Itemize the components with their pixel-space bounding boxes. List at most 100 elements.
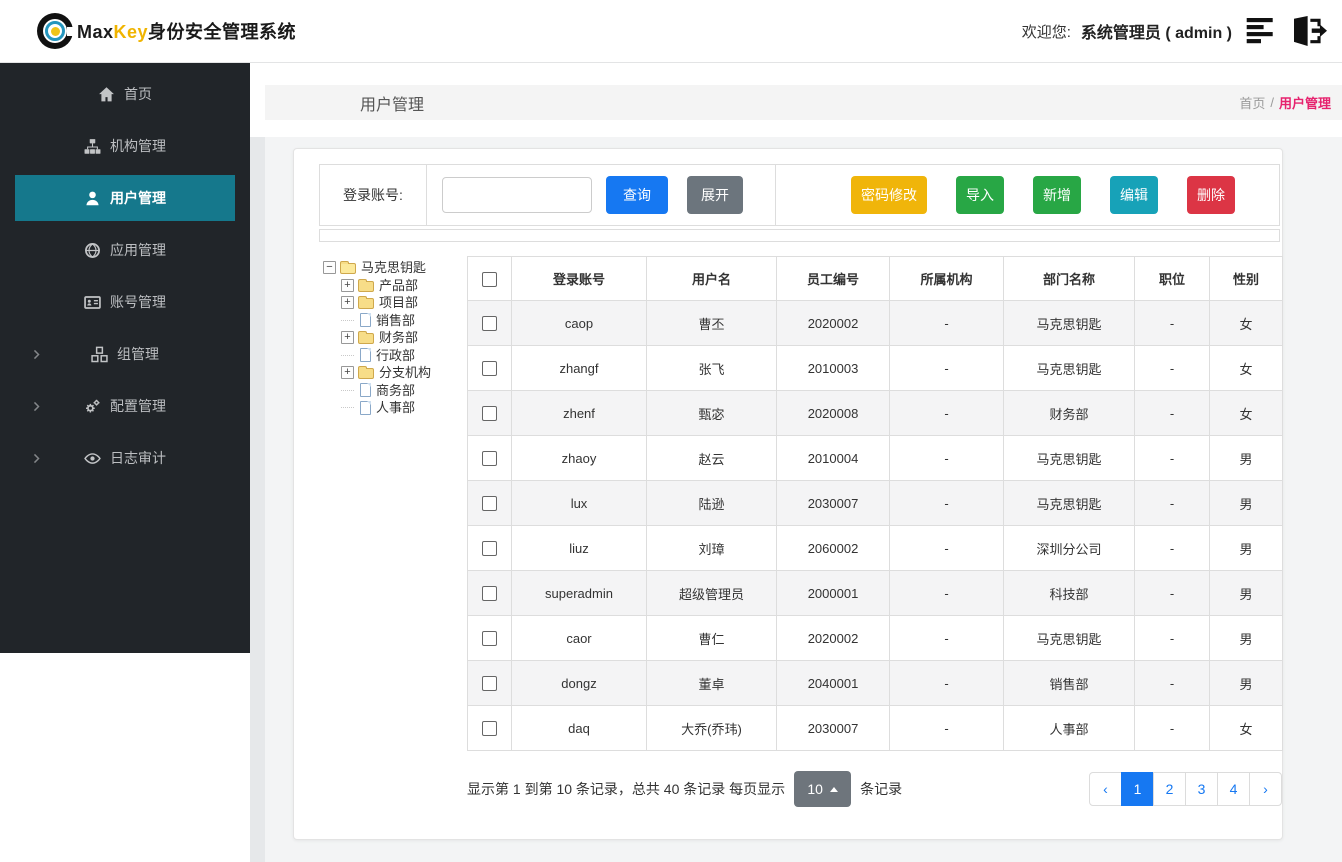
caret-up-icon (829, 786, 838, 792)
table-row[interactable]: zhaoy 赵云 2010004- 马克思钥匙 - 男 (467, 435, 1283, 481)
table-row[interactable]: caop 曹丕 2020002- 马克思钥匙 - 女 (467, 300, 1283, 346)
row-checkbox[interactable] (482, 541, 497, 557)
sidebar-item-account[interactable]: 账号管理 (0, 276, 250, 328)
page-button-2[interactable]: 2 (1153, 772, 1186, 806)
tree-connector (341, 407, 354, 409)
cell-dept: 人事部 (1003, 705, 1135, 751)
sidebar-item-audit[interactable]: 日志审计 (0, 432, 250, 484)
collapse-toggle-icon[interactable]: − (323, 261, 336, 275)
row-checkbox[interactable] (482, 631, 497, 647)
table-row[interactable]: liuz 刘璋 2060002- 深圳分公司 - 男 (467, 525, 1283, 571)
menu-list-icon[interactable] (1246, 18, 1276, 44)
import-button[interactable]: 导入 (956, 176, 1004, 214)
page-button-4[interactable]: 4 (1217, 772, 1250, 806)
sidebar-item-config[interactable]: 配置管理 (0, 380, 250, 432)
cell-login: caor (511, 615, 647, 661)
table-row[interactable]: daq 大乔(乔玮) 2030007- 人事部 - 女 (467, 705, 1283, 751)
table-header-row: 登录账号 用户名 员工编号 所属机构 部门名称 职位 性别 (467, 256, 1283, 301)
cell-dept: 马克思钥匙 (1003, 300, 1135, 346)
tree-node-label: 产品部 (379, 277, 419, 293)
tree-node-maxkey-root[interactable]: − 马克思钥匙 (323, 259, 465, 277)
cell-emp_no: 2040001 (776, 660, 890, 706)
tree-node-branch[interactable]: + 分支机构 (341, 364, 465, 382)
previous-page-button[interactable]: ‹ (1089, 772, 1122, 806)
page-size-dropdown[interactable]: 10 (794, 771, 852, 807)
row-select-cell (467, 390, 512, 436)
add-button[interactable]: 新增 (1033, 176, 1081, 214)
folder-icon (340, 261, 356, 275)
page-button-3[interactable]: 3 (1185, 772, 1218, 806)
search-input[interactable] (442, 177, 592, 213)
sidebar-item-group[interactable]: 组管理 (0, 328, 250, 380)
tree-node-project[interactable]: + 项目部 (341, 294, 465, 312)
cell-login: zhaoy (511, 435, 647, 481)
select-all-checkbox[interactable] (482, 271, 497, 287)
cell-emp_no: 2020008 (776, 390, 890, 436)
tree-node-product[interactable]: + 产品部 (341, 277, 465, 295)
expand-toggle-icon[interactable]: + (341, 278, 354, 292)
cell-emp_no: 2020002 (776, 615, 890, 661)
column-header-gender: 性别 (1209, 256, 1283, 301)
sidebar-item-app[interactable]: 应用管理 (0, 224, 250, 276)
tree-node-sales[interactable]: 销售部 (341, 312, 465, 330)
row-checkbox[interactable] (482, 496, 497, 512)
table-row[interactable]: dongz 董卓 2040001- 销售部 - 男 (467, 660, 1283, 706)
row-checkbox[interactable] (482, 721, 497, 737)
edit-button[interactable]: 编辑 (1110, 176, 1158, 214)
cell-username: 超级管理员 (646, 570, 777, 616)
cell-login: zhenf (511, 390, 647, 436)
cell-login: superadmin (511, 570, 647, 616)
cell-gender: 男 (1209, 570, 1283, 616)
cell-gender: 男 (1209, 525, 1283, 571)
next-page-button[interactable]: › (1249, 772, 1282, 806)
expand-toggle-icon[interactable]: + (341, 331, 354, 345)
sidebar-item-label: 日志审计 (110, 450, 166, 466)
cell-dept: 销售部 (1003, 660, 1135, 706)
cell-emp_no: 2030007 (776, 705, 890, 751)
password-button[interactable]: 密码修改 (851, 176, 927, 214)
folder-icon (358, 331, 374, 345)
cell-dept: 马克思钥匙 (1003, 615, 1135, 661)
sidebar-item-home[interactable]: 首页 (0, 68, 250, 120)
pagination-info: 显示第 1 到第 10 条记录，总共 40 条记录 每页显示 10 条记录 (467, 771, 902, 807)
cell-username: 曹仁 (646, 615, 777, 661)
logout-icon[interactable] (1290, 16, 1328, 46)
table-row[interactable]: caor 曹仁 2020002- 马克思钥匙 - 男 (467, 615, 1283, 661)
cell-login: lux (511, 480, 647, 526)
page-button-1[interactable]: 1 (1121, 772, 1154, 806)
cell-dept: 马克思钥匙 (1003, 345, 1135, 391)
table-row[interactable]: lux 陆逊 2030007- 马克思钥匙 - 男 (467, 480, 1283, 526)
breadcrumb-home-link[interactable]: 首页 (1239, 93, 1265, 112)
expand-toggle-icon[interactable]: + (341, 296, 354, 310)
row-checkbox[interactable] (482, 451, 497, 467)
table-row[interactable]: zhenf 甄宓 2020008- 财务部 - 女 (467, 390, 1283, 436)
logo-word-black: Max (77, 22, 114, 42)
tree-node-hr[interactable]: 人事部 (341, 399, 465, 417)
globe-icon (84, 242, 101, 259)
logo: MaxKey身份安全管理系统 (37, 13, 296, 49)
table-row[interactable]: zhangf 张飞 2010003- 马克思钥匙 - 女 (467, 345, 1283, 391)
cell-org: - (889, 345, 1004, 391)
table-row[interactable]: superadmin 超级管理员 2000001- 科技部 - 男 (467, 570, 1283, 616)
column-header-username: 用户名 (646, 256, 777, 301)
row-checkbox[interactable] (482, 316, 497, 332)
sidebar-item-org[interactable]: 机构管理 (0, 120, 250, 172)
tree-node-business[interactable]: 商务部 (341, 382, 465, 400)
row-checkbox[interactable] (482, 586, 497, 602)
tree-node-finance[interactable]: + 财务部 (341, 329, 465, 347)
query-button[interactable]: 查询 (606, 176, 668, 214)
row-checkbox[interactable] (482, 406, 497, 422)
tree-node-admin[interactable]: 行政部 (341, 347, 465, 365)
tree-node-label: 商务部 (376, 382, 416, 398)
cell-org: - (889, 435, 1004, 481)
row-select-cell (467, 660, 512, 706)
header-right: 欢迎您: 系统管理员 ( admin ) (1022, 16, 1328, 46)
delete-button[interactable]: 删除 (1187, 176, 1235, 214)
row-checkbox[interactable] (482, 676, 497, 692)
sidebar-item-user[interactable]: 用户管理 (15, 175, 235, 221)
file-icon (360, 400, 371, 415)
expand-toggle-icon[interactable]: + (341, 366, 354, 380)
cell-username: 张飞 (646, 345, 777, 391)
expand-button[interactable]: 展开 (687, 176, 743, 214)
row-checkbox[interactable] (482, 361, 497, 377)
